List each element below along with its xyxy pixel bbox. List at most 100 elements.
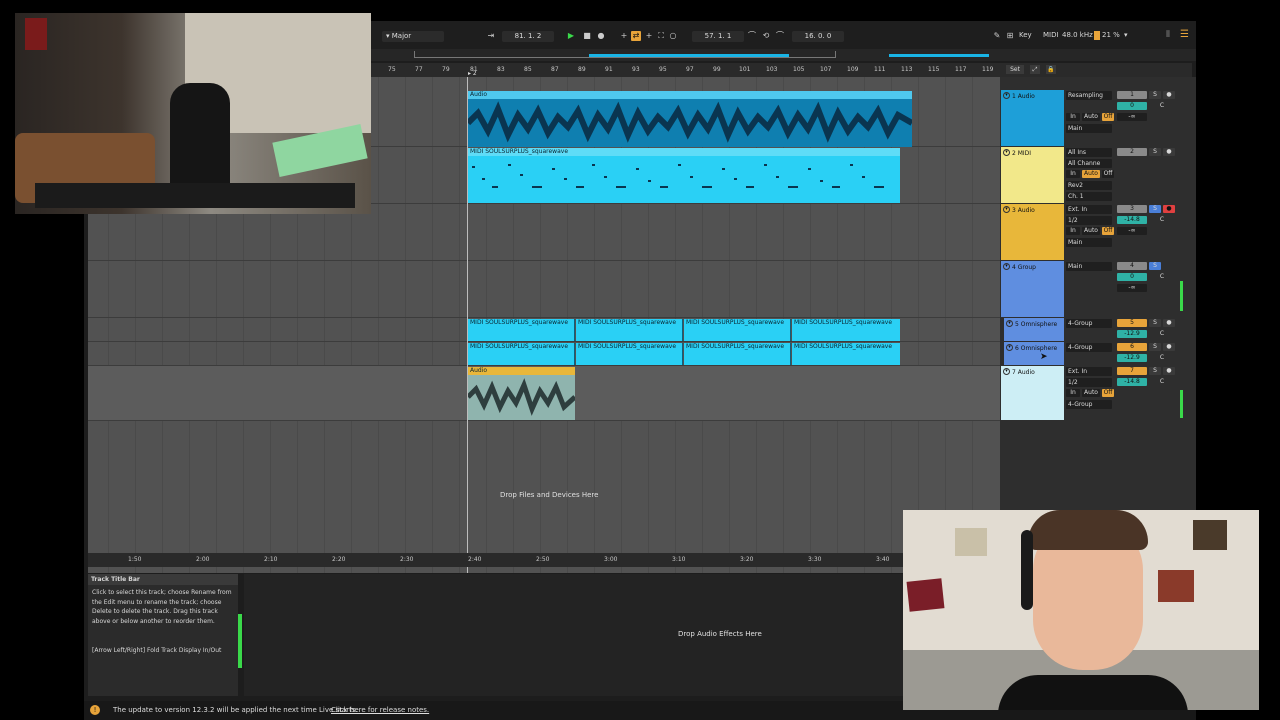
pan-field[interactable]: C	[1149, 102, 1175, 110]
loop-start[interactable]: 57. 1. 1	[692, 31, 744, 42]
midi-clip[interactable]: MIDI SOULSURPLUS_squarewave	[792, 319, 900, 341]
output-select[interactable]: 4-Group	[1066, 343, 1112, 352]
audio-clip[interactable]: Audio	[468, 91, 912, 147]
monitor-in[interactable]: In	[1066, 170, 1080, 178]
input-type-select[interactable]: Ext. In	[1066, 205, 1112, 214]
loop-length[interactable]: 16. 0. 0	[792, 31, 844, 42]
lock-icon[interactable]: 🔒	[1046, 65, 1056, 74]
fold-icon[interactable]: ▾	[1003, 92, 1010, 99]
send-field[interactable]: -∞	[1117, 284, 1147, 292]
solo-button[interactable]: S	[1149, 319, 1161, 327]
solo-button[interactable]: S	[1149, 367, 1161, 375]
session-rec-icon[interactable]: ⛶	[656, 31, 666, 41]
solo-button[interactable]: S	[1149, 148, 1161, 156]
arm-icon[interactable]: ●	[1163, 343, 1175, 351]
capture-icon[interactable]: +	[644, 31, 654, 41]
output-channel-select[interactable]: Ch. 1	[1066, 192, 1112, 201]
input-type-select[interactable]: Ext. In	[1066, 367, 1112, 376]
io-icon[interactable]: ⦀	[1166, 30, 1170, 40]
arm-icon[interactable]: ●	[1163, 319, 1175, 327]
stop-icon[interactable]: ■	[582, 31, 592, 41]
midi-clip[interactable]: MIDI SOULSURPLUS_squarewave	[468, 148, 900, 203]
track-title-bar[interactable]: ▾ 7 Audio	[1001, 366, 1064, 420]
track-title-bar[interactable]: ▾ 1 Audio	[1001, 90, 1064, 146]
volume-field[interactable]: -12.9	[1117, 354, 1147, 362]
monitor-auto[interactable]: Auto	[1082, 113, 1100, 121]
key-label[interactable]: Key	[1019, 31, 1032, 39]
track-title-bar[interactable]: ▾ 4 Group	[1001, 261, 1064, 317]
draw-mode-icon[interactable]: ✎	[992, 31, 1002, 41]
monitor-in[interactable]: In	[1066, 389, 1080, 397]
input-channel-select[interactable]: 1/2	[1066, 216, 1112, 225]
arm-icon[interactable]: ●	[1163, 205, 1175, 213]
track-title-bar[interactable]: ▾ 6 Omnisphere	[1004, 342, 1064, 365]
loop-icon[interactable]: ⟲	[761, 31, 771, 41]
output-select[interactable]: Main	[1066, 124, 1112, 133]
track-header-3[interactable]: ▾ 3 Audio Ext. In 1/2 3 S ● -14.8 C In Au…	[1000, 204, 1196, 261]
input-channel-select[interactable]: 1/2	[1066, 378, 1112, 387]
output-select[interactable]: Rev2	[1066, 181, 1112, 190]
volume-field[interactable]: -12.9	[1117, 330, 1147, 338]
monitor-auto[interactable]: Auto	[1082, 170, 1100, 178]
send-field[interactable]: -∞	[1117, 227, 1147, 235]
monitor-in[interactable]: In	[1066, 113, 1080, 121]
track-activator[interactable]: 5	[1117, 319, 1147, 327]
add-icon[interactable]: +	[619, 31, 629, 41]
track-activator[interactable]: 1	[1117, 91, 1147, 99]
track-activator[interactable]: 7	[1117, 367, 1147, 375]
track-header-1[interactable]: ▾ 1 Audio Resampling 1 S ● 0 C In Auto Of…	[1000, 90, 1196, 147]
track-title-bar[interactable]: ▾ 3 Audio	[1001, 204, 1064, 260]
volume-field[interactable]: -14.8	[1117, 216, 1147, 224]
midi-label[interactable]: MIDI	[1043, 31, 1059, 39]
overdub-icon[interactable]: ⇄	[631, 31, 641, 41]
fold-icon[interactable]: ▾	[1006, 320, 1013, 327]
output-select[interactable]: Main	[1066, 238, 1112, 247]
fold-icon[interactable]: ▾	[1003, 263, 1010, 270]
locator-marker[interactable]: ▸ 2	[468, 70, 477, 77]
play-icon[interactable]: ▶	[566, 31, 576, 41]
input-type-select[interactable]: All Ins	[1066, 148, 1112, 157]
arm-icon[interactable]: ●	[1163, 367, 1175, 375]
fold-icon[interactable]: ▾	[1003, 206, 1010, 213]
volume-field[interactable]: -14.8	[1117, 378, 1147, 386]
midi-clip[interactable]: MIDI SOULSURPLUS_squarewave	[468, 343, 575, 365]
metronome-icon[interactable]: ○	[668, 31, 678, 41]
monitor-off[interactable]: Off	[1102, 170, 1114, 178]
track-header-7[interactable]: ▾ 7 Audio Ext. In 1/2 7 S ● -14.8 C In Au…	[1000, 366, 1196, 421]
arm-icon[interactable]: ●	[1163, 91, 1175, 99]
pan-field[interactable]: C	[1149, 330, 1175, 338]
track-title-bar[interactable]: ▾ 5 Omnisphere	[1004, 318, 1064, 341]
arm-icon[interactable]: ●	[1163, 148, 1175, 156]
midi-clip[interactable]: MIDI SOULSURPLUS_squarewave	[468, 319, 575, 341]
fold-icon[interactable]: ▾	[1003, 149, 1010, 156]
release-notes-link[interactable]: Click here for release notes.	[331, 706, 429, 714]
midi-clip[interactable]: MIDI SOULSURPLUS_squarewave	[576, 319, 683, 341]
input-channel-select[interactable]: All Channe	[1066, 159, 1112, 168]
midi-clip[interactable]: MIDI SOULSURPLUS_squarewave	[684, 319, 791, 341]
output-select[interactable]: Main	[1066, 262, 1112, 271]
midi-clip[interactable]: MIDI SOULSURPLUS_squarewave	[576, 343, 683, 365]
track-title-bar[interactable]: ▾ 2 MIDI	[1001, 147, 1064, 203]
pan-field[interactable]: C	[1149, 273, 1175, 281]
punch-out-icon[interactable]: ⌒	[775, 31, 785, 41]
volume-field[interactable]: 0	[1117, 273, 1147, 281]
monitor-in[interactable]: In	[1066, 227, 1080, 235]
monitor-auto[interactable]: Auto	[1082, 389, 1100, 397]
monitor-auto[interactable]: Auto	[1082, 227, 1100, 235]
track-activator[interactable]: 3	[1117, 205, 1147, 213]
solo-button[interactable]: S	[1149, 343, 1161, 351]
track-header-5[interactable]: ▾ 5 Omnisphere 4-Group 5 S ● -12.9 C	[1000, 318, 1196, 342]
expand-icon[interactable]: ⤢	[1030, 65, 1040, 74]
track-header-4[interactable]: ▾ 4 Group Main 4 S 0 C -∞	[1000, 261, 1196, 318]
track-activator[interactable]: 4	[1117, 262, 1147, 270]
solo-button[interactable]: S	[1149, 91, 1161, 99]
pan-field[interactable]: C	[1149, 354, 1175, 362]
track-header-6[interactable]: ▾ 6 Omnisphere 4-Group 6 S ● -12.9 C ➤	[1000, 342, 1196, 366]
set-button[interactable]: Set	[1006, 65, 1024, 74]
input-type-select[interactable]: Resampling	[1066, 91, 1112, 100]
record-icon[interactable]: ●	[596, 31, 606, 41]
scale-select[interactable]: ▾ Major	[382, 31, 444, 42]
output-select[interactable]: 4-Group	[1066, 319, 1112, 328]
solo-button[interactable]: S	[1149, 262, 1161, 270]
fold-icon[interactable]: ▾	[1006, 344, 1013, 351]
